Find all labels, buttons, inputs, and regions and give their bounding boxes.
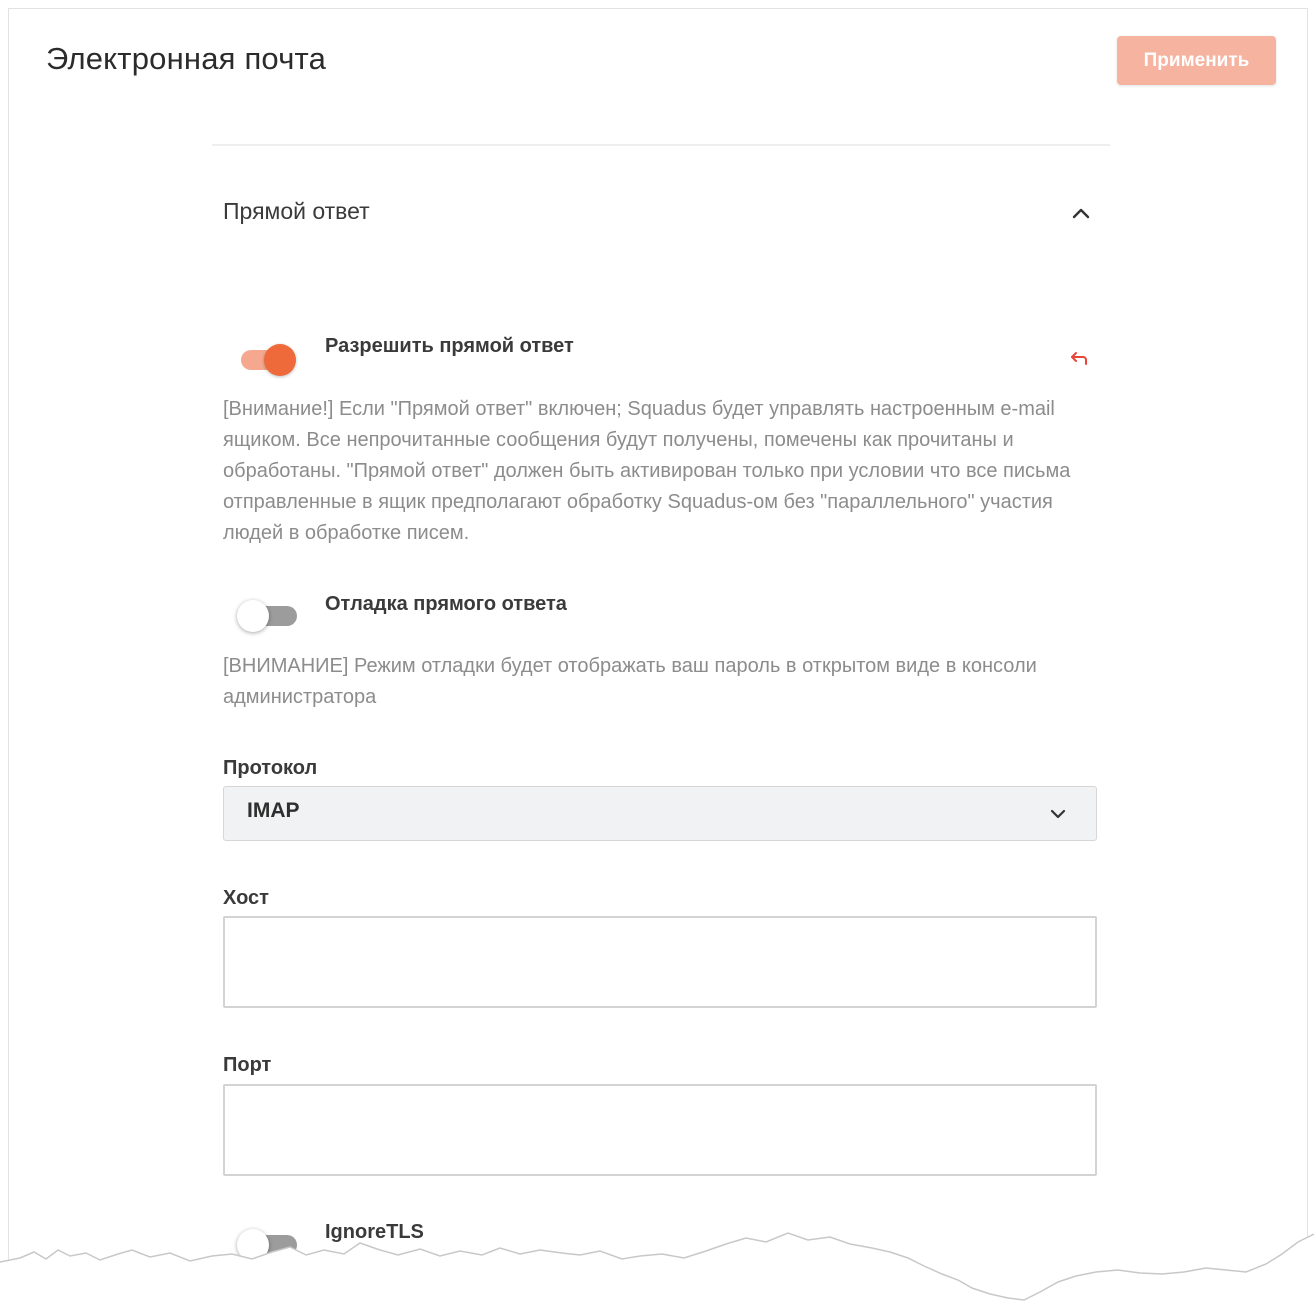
direct-reply-label: Разрешить прямой ответ bbox=[325, 335, 574, 357]
undo-arrow-icon[interactable] bbox=[1066, 347, 1090, 371]
direct-reply-help: [Внимание!] Если "Прямой ответ" включен;… bbox=[223, 398, 1071, 544]
torn-edge-decoration bbox=[0, 1232, 1314, 1314]
toggle-knob bbox=[264, 344, 296, 376]
port-label: Порт bbox=[223, 1054, 272, 1076]
divider bbox=[212, 144, 1110, 146]
port-input[interactable] bbox=[223, 1084, 1097, 1176]
host-label: Хост bbox=[223, 887, 269, 909]
direct-reply-debug-toggle[interactable] bbox=[237, 597, 299, 632]
chevron-up-icon[interactable] bbox=[1070, 202, 1092, 224]
settings-panel: Электронная почта Применить Прямой ответ… bbox=[8, 8, 1308, 1308]
page-title: Электронная почта bbox=[46, 41, 327, 76]
direct-reply-debug-label: Отладка прямого ответа bbox=[325, 593, 567, 615]
direct-reply-toggle[interactable] bbox=[235, 341, 297, 376]
direct-reply-debug-help: [ВНИМАНИЕ] Режим отладки будет отображат… bbox=[223, 655, 1037, 708]
protocol-select[interactable]: IMAP bbox=[223, 786, 1097, 841]
toggle-knob bbox=[237, 600, 269, 632]
protocol-label: Протокол bbox=[223, 757, 318, 779]
apply-button[interactable]: Применить bbox=[1117, 36, 1276, 85]
chevron-down-icon bbox=[1050, 809, 1066, 819]
section-title: Прямой ответ bbox=[223, 198, 370, 224]
protocol-value: IMAP bbox=[247, 799, 300, 822]
section-header-direct-reply[interactable]: Прямой ответ bbox=[212, 184, 1110, 240]
host-input[interactable] bbox=[223, 916, 1097, 1008]
